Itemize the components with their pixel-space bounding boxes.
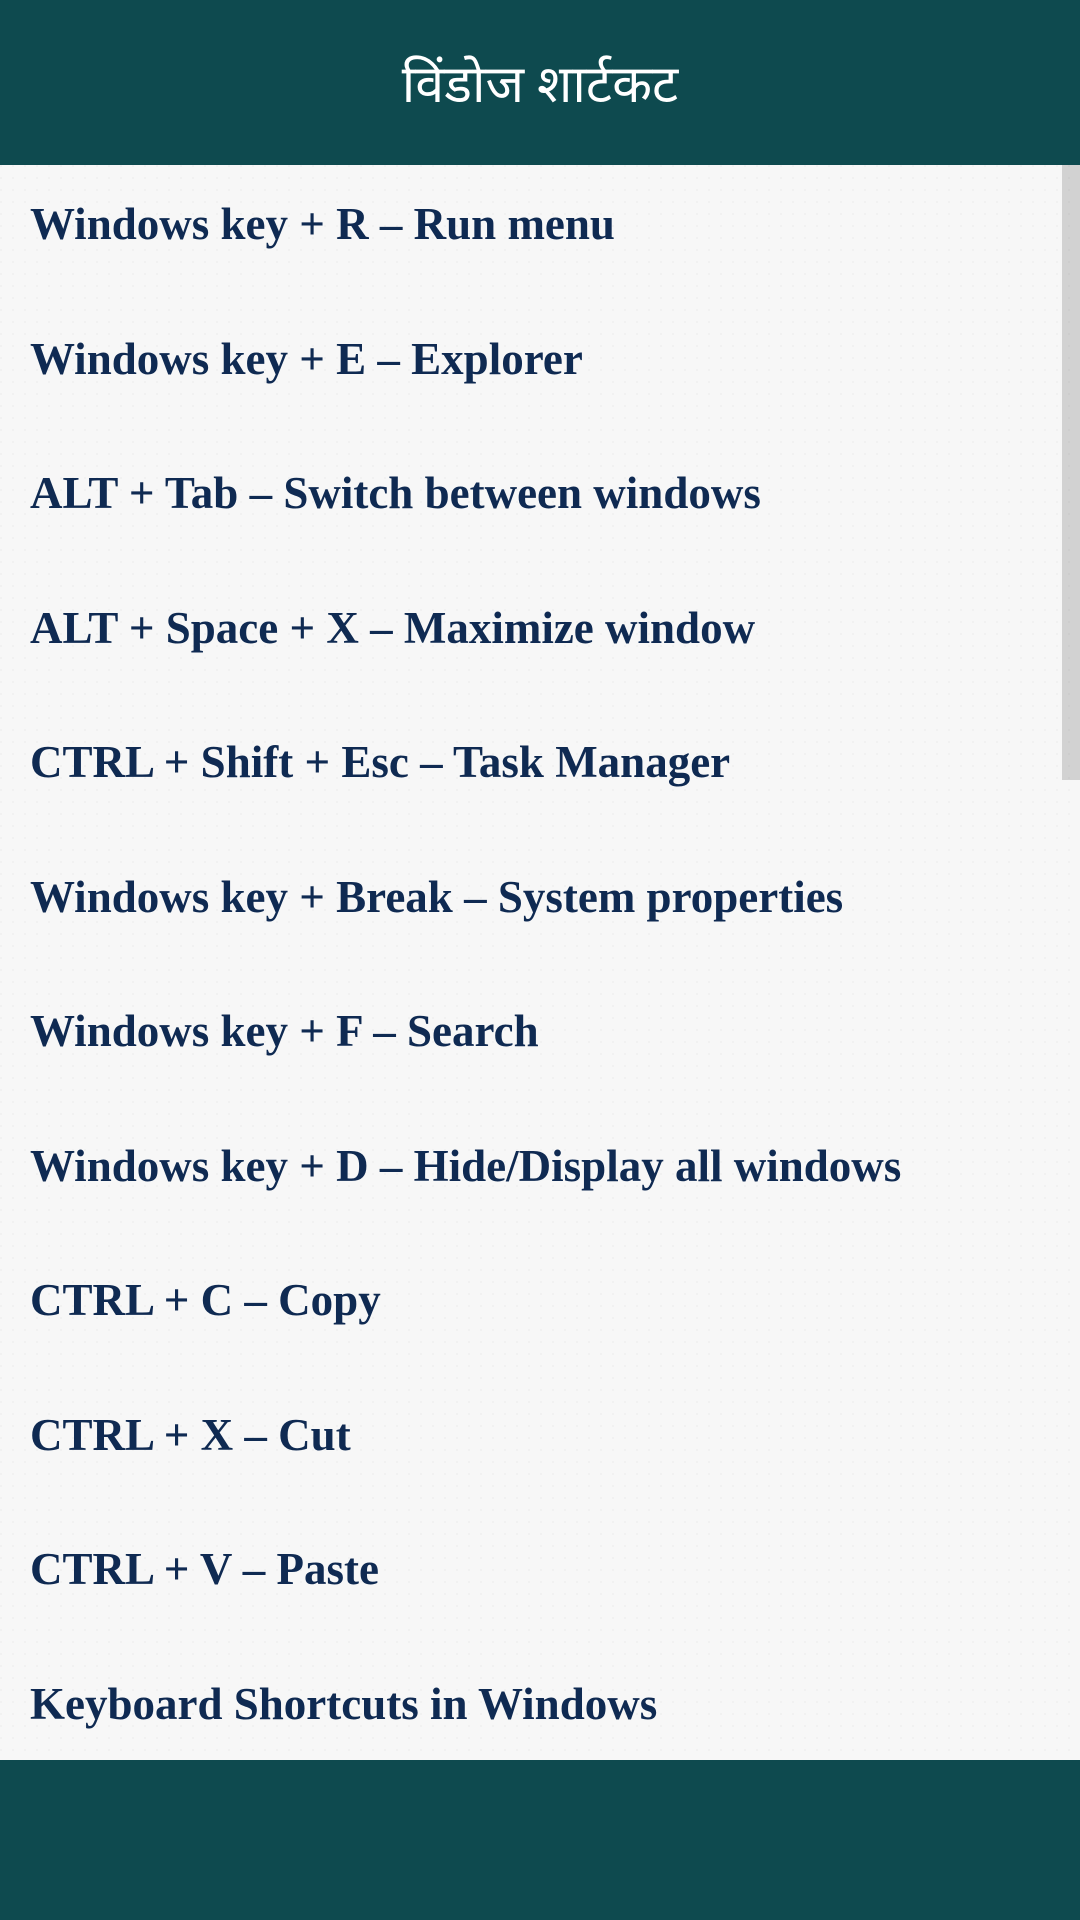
list-item: Windows key + Break – System properties [30,868,1050,927]
list-item: CTRL + Shift + Esc – Task Manager [30,733,1050,792]
list-item: Windows key + D – Hide/Display all windo… [30,1137,1050,1196]
list-item: CTRL + C – Copy [30,1271,1050,1330]
scrollbar[interactable] [1062,165,1080,780]
list-item: Windows key + E – Explorer [30,330,1050,389]
list-item: Keyboard Shortcuts in Windows [30,1675,1050,1734]
content-area[interactable]: Windows key + R – Run menu Windows key +… [0,165,1080,1760]
list-item: Windows key + R – Run menu [30,195,1050,254]
app-header: विंडोज शार्टकट [0,0,1080,165]
list-item: ALT + Space + X – Maximize window [30,599,1050,658]
list-item: CTRL + X – Cut [30,1406,1050,1465]
list-item: CTRL + V – Paste [30,1540,1050,1599]
list-item: ALT + Tab – Switch between windows [30,464,1050,523]
page-title: विंडोज शार्टकट [402,47,678,118]
list-item: Windows key + F – Search [30,1002,1050,1061]
app-footer [0,1760,1080,1920]
